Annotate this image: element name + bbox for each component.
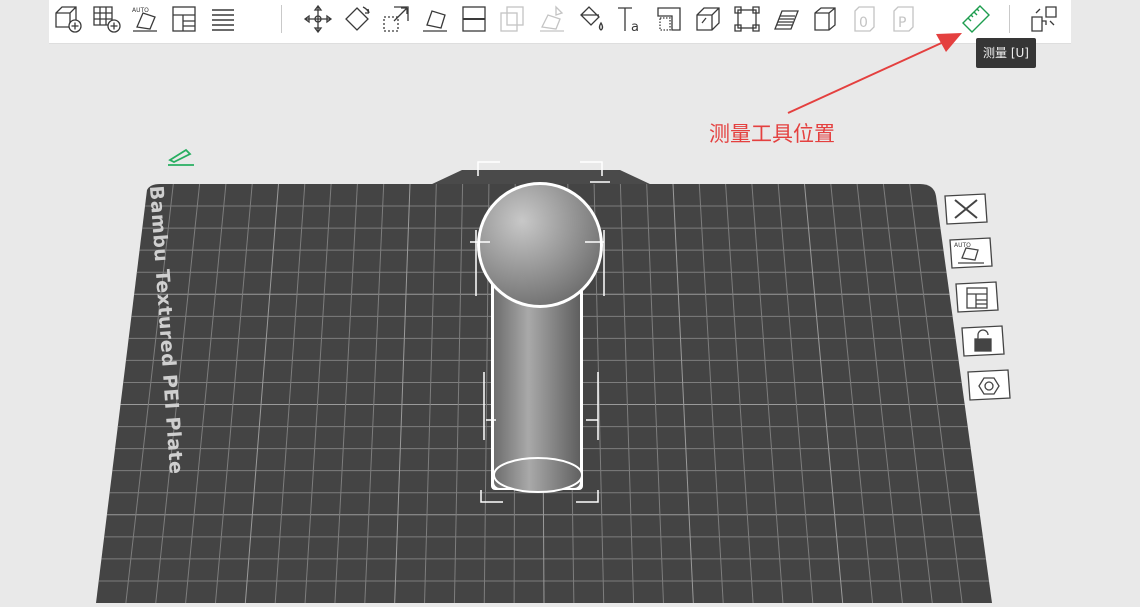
plate-settings-icon[interactable]: [966, 368, 1012, 404]
plate-layout-icon[interactable]: [954, 280, 1000, 316]
measure-tool-annotation: 测量工具位置: [709, 122, 835, 146]
annotation-arrow: [787, 33, 962, 114]
edit-plate-name-icon[interactable]: [166, 144, 198, 168]
3d-viewport[interactable]: Bambu Textured PEI Plate AUTO: [0, 0, 1140, 603]
auto-arrange-plate-icon[interactable]: AUTO: [948, 236, 994, 272]
unlock-icon[interactable]: [960, 324, 1006, 360]
close-plate-icon[interactable]: [943, 192, 989, 228]
